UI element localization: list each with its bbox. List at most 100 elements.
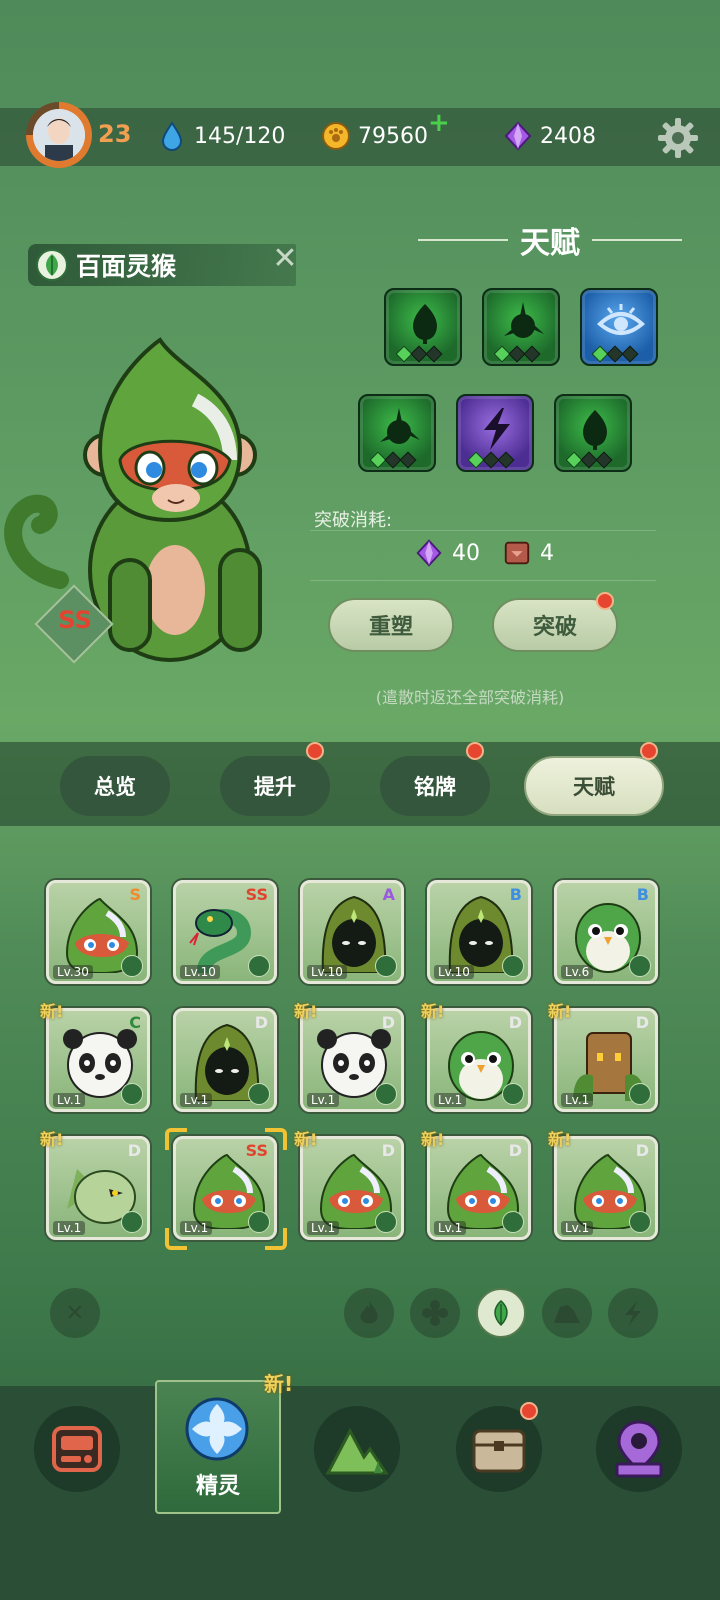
pet-grade: D bbox=[381, 1141, 395, 1160]
leaf-icon bbox=[375, 1083, 397, 1105]
close-icon[interactable]: ✕ bbox=[50, 1288, 100, 1338]
pet-grade: D bbox=[635, 1141, 649, 1160]
pet-card[interactable]: B Lv.6 bbox=[554, 880, 658, 984]
selection-corner bbox=[265, 1128, 287, 1150]
nav-map[interactable] bbox=[596, 1406, 682, 1492]
close-icon[interactable]: ✕ bbox=[270, 244, 300, 274]
water-drop-icon bbox=[161, 121, 183, 151]
gear-icon[interactable] bbox=[656, 116, 700, 160]
chest-icon bbox=[472, 1429, 526, 1473]
pet-card[interactable]: D Lv.1 bbox=[427, 1008, 531, 1112]
leaf-icon bbox=[121, 955, 143, 977]
new-tag: 新! bbox=[548, 1130, 572, 1149]
notification-dot bbox=[596, 592, 614, 610]
talent-skill[interactable] bbox=[554, 394, 632, 472]
leaf-icon bbox=[36, 249, 68, 281]
nav-device[interactable] bbox=[34, 1406, 120, 1492]
pet-level: Lv.1 bbox=[53, 1221, 86, 1235]
talent-skill[interactable] bbox=[456, 394, 534, 472]
nav-mountain[interactable] bbox=[314, 1406, 400, 1492]
gem-icon bbox=[504, 121, 532, 151]
pet-card[interactable]: D Lv.1 bbox=[46, 1136, 150, 1240]
leaf-icon bbox=[629, 1083, 651, 1105]
pet-card[interactable]: D Lv.1 bbox=[427, 1136, 531, 1240]
talent-header: 天赋 bbox=[410, 220, 690, 261]
leaf-icon bbox=[248, 955, 270, 977]
pet-level: Lv.10 bbox=[307, 965, 347, 979]
pet-card[interactable]: S Lv.30 bbox=[46, 880, 150, 984]
ice-icon[interactable] bbox=[410, 1288, 460, 1338]
pet-grade: D bbox=[381, 1013, 395, 1032]
skill-level-dots bbox=[395, 345, 443, 363]
pet-level: Lv.1 bbox=[307, 1093, 340, 1107]
pet-grade: S bbox=[129, 885, 141, 904]
mountain-icon bbox=[325, 1427, 389, 1475]
spiky-orb-icon bbox=[380, 408, 420, 444]
spiky-orb-icon bbox=[504, 302, 544, 338]
notification-dot bbox=[306, 742, 324, 760]
divider bbox=[310, 580, 656, 581]
pet-level: Lv.10 bbox=[434, 965, 474, 979]
pet-level: Lv.1 bbox=[180, 1093, 213, 1107]
tab-1[interactable]: 提升 bbox=[220, 756, 330, 816]
pet-card[interactable]: D Lv.1 bbox=[554, 1008, 658, 1112]
pet-card[interactable]: SS Lv.1 bbox=[173, 1136, 277, 1240]
leaf-icon bbox=[502, 1083, 524, 1105]
pet-level: Lv.1 bbox=[434, 1093, 467, 1107]
leaf-icon bbox=[375, 1211, 397, 1233]
leaf-icon bbox=[375, 955, 397, 977]
player-avatar[interactable] bbox=[26, 102, 92, 168]
talent-skill[interactable] bbox=[580, 288, 658, 366]
pet-grade: B bbox=[509, 885, 522, 904]
leaf-icon bbox=[121, 1083, 143, 1105]
pet-card[interactable]: C Lv.1 bbox=[46, 1008, 150, 1112]
cost-gems-value: 40 bbox=[452, 540, 480, 566]
tab-3[interactable]: 天赋 bbox=[524, 756, 664, 816]
pet-card[interactable]: B Lv.10 bbox=[427, 880, 531, 984]
fire-icon[interactable] bbox=[344, 1288, 394, 1338]
pet-card[interactable]: D Lv.1 bbox=[300, 1136, 404, 1240]
new-tag: 新! bbox=[40, 1130, 64, 1149]
nav-sprite-label: 精灵 bbox=[195, 1474, 240, 1499]
cost-label: 突破消耗: bbox=[314, 510, 393, 531]
skill-level-dots bbox=[493, 345, 541, 363]
skill-level-dots bbox=[565, 451, 613, 469]
pet-card[interactable]: D Lv.1 bbox=[173, 1008, 277, 1112]
selection-corner bbox=[165, 1228, 187, 1250]
leaf-icon bbox=[502, 1211, 524, 1233]
coin-value: 79560 bbox=[358, 123, 428, 149]
rock-icon[interactable] bbox=[542, 1288, 592, 1338]
new-tag: 新! bbox=[421, 1002, 445, 1021]
skill-level-dots bbox=[467, 451, 515, 469]
talent-title: 天赋 bbox=[520, 226, 580, 261]
reshape-button[interactable]: 重塑 bbox=[328, 598, 454, 652]
leaf-icon[interactable] bbox=[476, 1288, 526, 1338]
talent-skill[interactable] bbox=[482, 288, 560, 366]
pet-card[interactable]: SS Lv.10 bbox=[173, 880, 277, 984]
lightning-icon[interactable] bbox=[608, 1288, 658, 1338]
rank-label: SS bbox=[58, 606, 92, 634]
new-tag: 新! bbox=[421, 1130, 445, 1149]
gem-icon bbox=[416, 539, 442, 567]
leaf-icon bbox=[629, 955, 651, 977]
talent-skill[interactable] bbox=[358, 394, 436, 472]
decorative-line-left bbox=[418, 239, 508, 241]
pet-grade: D bbox=[508, 1141, 522, 1160]
pet-grade: D bbox=[127, 1141, 141, 1160]
pet-card[interactable]: A Lv.10 bbox=[300, 880, 404, 984]
pet-card[interactable]: D Lv.1 bbox=[554, 1136, 658, 1240]
energy-resource: 145/120 bbox=[156, 120, 285, 152]
energy-value: 145/120 bbox=[194, 123, 286, 149]
decorative-line-right bbox=[592, 239, 682, 241]
tab-2[interactable]: 铭牌 bbox=[380, 756, 490, 816]
device-icon bbox=[52, 1426, 102, 1472]
add-coins-button[interactable]: + bbox=[428, 108, 450, 138]
pet-card[interactable]: D Lv.1 bbox=[300, 1008, 404, 1112]
tab-0[interactable]: 总览 bbox=[60, 756, 170, 816]
coin-resource: 79560 bbox=[320, 120, 428, 152]
breakthrough-note: (遣散时返还全部突破消耗) bbox=[375, 688, 565, 707]
pet-grade: C bbox=[129, 1013, 141, 1032]
talent-skill[interactable] bbox=[384, 288, 462, 366]
selection-corner bbox=[265, 1228, 287, 1250]
new-tag: 新! bbox=[294, 1130, 318, 1149]
